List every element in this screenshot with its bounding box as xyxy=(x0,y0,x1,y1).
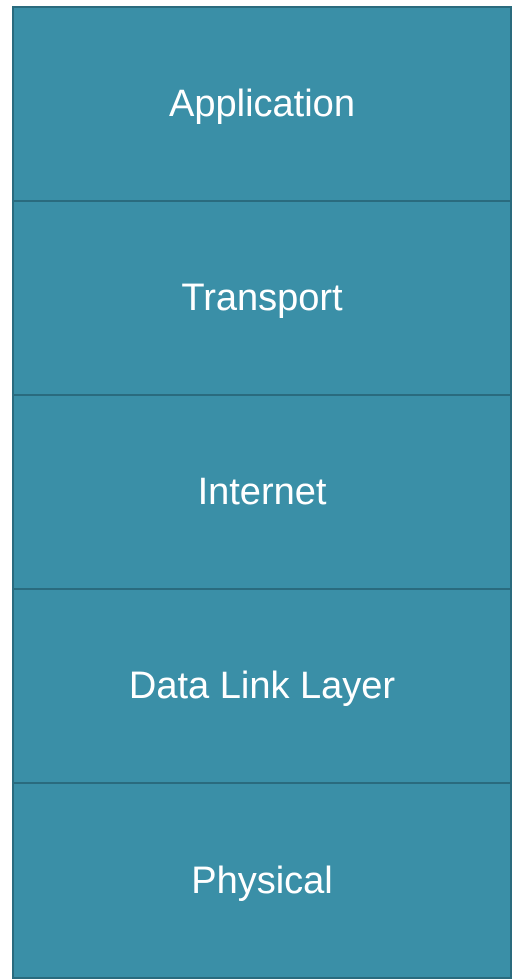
protocol-stack-diagram: Application Transport Internet Data Link… xyxy=(12,6,512,979)
layer-application: Application xyxy=(12,6,512,202)
layer-transport: Transport xyxy=(12,200,512,396)
layer-data-link: Data Link Layer xyxy=(12,588,512,784)
layer-internet: Internet xyxy=(12,394,512,590)
layer-physical: Physical xyxy=(12,782,512,979)
layer-label-physical: Physical xyxy=(191,859,333,902)
layer-label-transport: Transport xyxy=(181,277,343,319)
layer-label-data-link: Data Link Layer xyxy=(128,665,396,707)
layer-label-internet: Internet xyxy=(197,471,327,513)
layer-label-application: Application xyxy=(169,83,355,125)
